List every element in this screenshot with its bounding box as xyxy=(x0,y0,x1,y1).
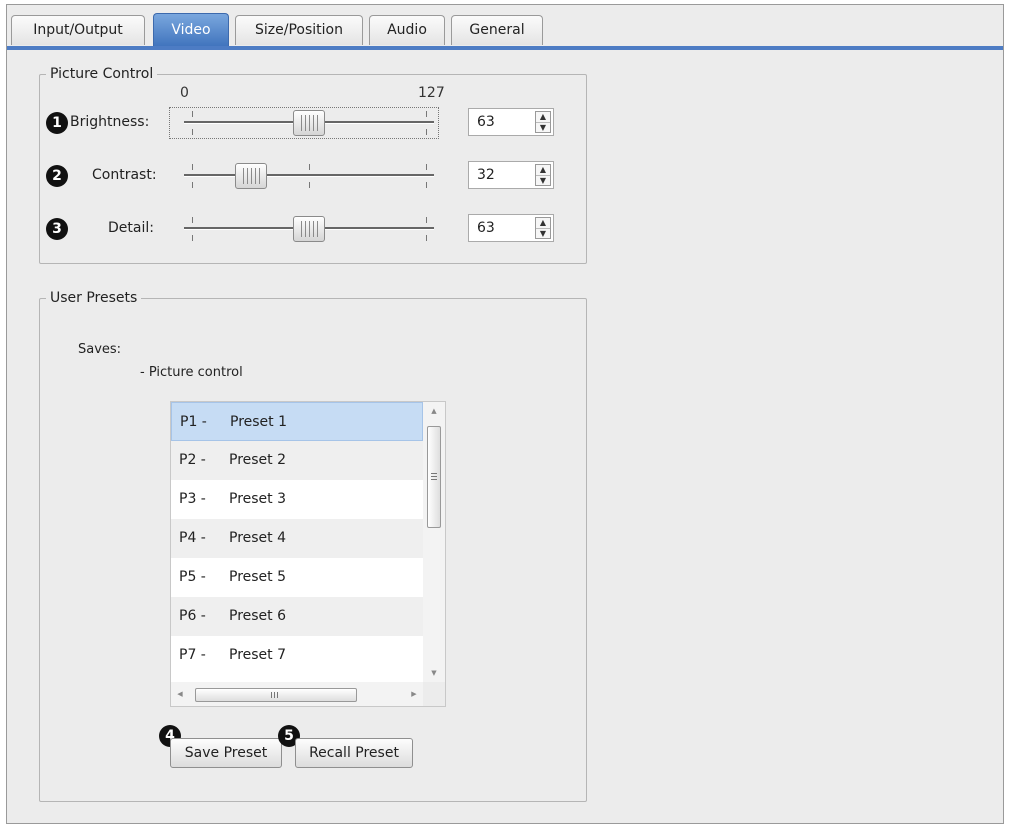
contrast-label: Contrast: xyxy=(92,167,157,183)
callout-marker-3: 3 xyxy=(46,218,68,240)
detail-spinbox[interactable]: ▲▼ xyxy=(468,214,554,242)
scroll-right-arrow-icon[interactable]: ▶ xyxy=(405,682,423,706)
preset-list-item[interactable]: P2 - Preset 2 xyxy=(171,441,423,480)
scroll-left-arrow-icon[interactable]: ◀ xyxy=(171,682,189,706)
slider-tick xyxy=(309,164,310,170)
brightness-value-input[interactable] xyxy=(469,109,527,135)
grip-line xyxy=(431,479,437,480)
tab-general[interactable]: General xyxy=(451,15,543,45)
up-down-arrows-icon[interactable]: ▲ ▼ xyxy=(535,164,551,186)
slider-tick xyxy=(426,164,427,170)
contrast-spinbox[interactable]: ▲▼ xyxy=(468,161,554,189)
detail-label: Detail: xyxy=(108,220,154,236)
preset-code: P2 - xyxy=(179,452,206,468)
preset-code: P3 - xyxy=(179,491,206,507)
preset-code: P1 - xyxy=(180,414,207,430)
grip-line xyxy=(277,692,278,698)
preset-code: P7 - xyxy=(179,647,206,663)
up-down-arrows-icon[interactable]: ▲ ▼ xyxy=(535,111,551,133)
grip-line xyxy=(274,692,275,698)
tab-video[interactable]: Video xyxy=(153,13,229,47)
grip-line xyxy=(431,476,437,477)
contrast-slider[interactable] xyxy=(184,161,434,191)
slider-tick xyxy=(426,111,427,117)
user-presets-legend: User Presets xyxy=(50,290,138,306)
preset-name: Preset 3 xyxy=(229,491,287,507)
slider-track xyxy=(184,174,434,177)
slider-thumb[interactable] xyxy=(293,110,325,136)
slider-thumb[interactable] xyxy=(293,216,325,242)
slider-tick xyxy=(192,129,193,135)
picture-control-legend: Picture Control xyxy=(50,66,154,82)
slider-tick xyxy=(192,182,193,188)
slider-tick xyxy=(192,111,193,117)
slider-tick xyxy=(192,235,193,241)
slider-tick xyxy=(426,235,427,241)
preset-name: Preset 7 xyxy=(229,647,287,663)
preset-list-item[interactable]: P3 - Preset 3 xyxy=(171,480,423,519)
scroll-down-arrow-icon[interactable]: ▼ xyxy=(423,664,445,682)
recall-preset-button[interactable]: Recall Preset xyxy=(295,738,413,768)
scroll-up-arrow-icon[interactable]: ▲ xyxy=(423,402,445,420)
scale-min-label: 0 xyxy=(180,85,189,101)
slider-tick xyxy=(192,164,193,170)
grip-line xyxy=(431,473,437,474)
tab-audio[interactable]: Audio xyxy=(369,15,445,45)
saves-label: Saves: xyxy=(78,342,122,357)
preset-list-item[interactable]: P1 - Preset 1 xyxy=(171,402,423,441)
grip-line xyxy=(271,692,272,698)
preset-name: Preset 6 xyxy=(229,608,287,624)
detail-value-input[interactable] xyxy=(469,215,527,241)
preset-code: P5 - xyxy=(179,569,206,585)
tab-input-output[interactable]: Input/Output xyxy=(11,15,145,45)
preset-name: Preset 4 xyxy=(229,530,287,546)
vertical-scroll-thumb[interactable] xyxy=(427,426,441,528)
slider-tick xyxy=(426,129,427,135)
brightness-slider[interactable] xyxy=(184,108,434,138)
settings-window: Input/Output Video Size/Position Audio G… xyxy=(6,4,1004,824)
contrast-value-input[interactable] xyxy=(469,162,527,188)
slider-tick xyxy=(426,182,427,188)
preset-code: P4 - xyxy=(179,530,206,546)
preset-listbox[interactable]: P1 - Preset 1 P2 - Preset 2 P3 - Preset … xyxy=(170,401,446,707)
brightness-label: Brightness: xyxy=(70,114,150,130)
preset-list-item[interactable]: P6 - Preset 6 xyxy=(171,597,423,636)
preset-code: P6 - xyxy=(179,608,206,624)
horizontal-scrollbar[interactable]: ◀ ▶ xyxy=(171,682,423,706)
preset-name: Preset 5 xyxy=(229,569,287,585)
slider-tick xyxy=(192,217,193,223)
callout-marker-2: 2 xyxy=(46,165,68,187)
slider-tick xyxy=(309,182,310,188)
slider-tick xyxy=(426,217,427,223)
preset-list-item[interactable]: P4 - Preset 4 xyxy=(171,519,423,558)
preset-name: Preset 2 xyxy=(229,452,287,468)
detail-slider[interactable] xyxy=(184,214,434,244)
preset-list-item[interactable]: P7 - Preset 7 xyxy=(171,636,423,675)
save-preset-button[interactable]: Save Preset xyxy=(170,738,282,768)
preset-name: Preset 1 xyxy=(230,414,288,430)
slider-thumb[interactable] xyxy=(234,163,267,189)
tab-size-position[interactable]: Size/Position xyxy=(235,15,363,45)
saves-item: - Picture control xyxy=(140,365,243,380)
callout-marker-1: 1 xyxy=(46,112,68,134)
preset-list-item[interactable]: P5 - Preset 5 xyxy=(171,558,423,597)
scrollbar-corner xyxy=(423,682,445,706)
scale-max-label: 127 xyxy=(418,85,445,101)
tab-strip: Input/Output Video Size/Position Audio G… xyxy=(7,5,1003,50)
vertical-scrollbar[interactable]: ▲ ▼ xyxy=(423,402,445,682)
video-tab-pane: Picture Control 0 127 1 Brightness: ▲▼ 2… xyxy=(8,50,1002,822)
up-down-arrows-icon[interactable]: ▲ ▼ xyxy=(535,217,551,239)
horizontal-scroll-thumb[interactable] xyxy=(195,688,357,702)
brightness-spinbox[interactable]: ▲▼ xyxy=(468,108,554,136)
